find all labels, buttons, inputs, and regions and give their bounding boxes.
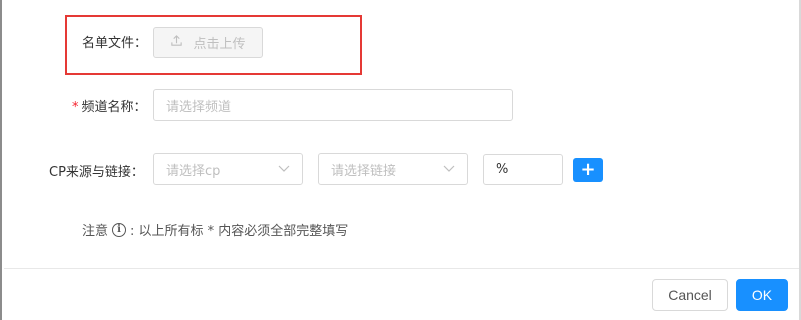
file-list-label: 名单文件：: [82, 36, 148, 51]
cp-source-label: CP来源与链接：: [49, 165, 144, 180]
cp-select-placeholder: 请选择cp: [166, 163, 221, 179]
channel-name-placeholder: 请选择频道: [166, 99, 232, 115]
cp-select[interactable]: 请选择cp: [153, 153, 303, 185]
upload-button-label: 点击上传: [193, 37, 246, 52]
add-row-button[interactable]: +: [573, 158, 603, 182]
link-select-placeholder: 请选择链接: [331, 163, 397, 179]
percent-value: %: [496, 162, 509, 177]
info-icon: i: [112, 222, 127, 237]
footer-divider: [4, 268, 799, 269]
link-select[interactable]: 请选择链接: [318, 153, 468, 185]
channel-name-input[interactable]: 请选择频道: [153, 89, 513, 121]
required-mark: *: [72, 100, 79, 115]
ok-button[interactable]: OK: [736, 279, 788, 311]
form-note: 注意 i : 以上所有标 * 内容必须全部完整填写: [82, 220, 348, 239]
note-prefix: 注意: [82, 224, 109, 239]
cancel-button[interactable]: Cancel: [652, 279, 728, 311]
chevron-down-icon: [278, 162, 290, 177]
chevron-down-icon: [443, 162, 455, 177]
plus-icon: +: [580, 159, 596, 180]
percent-input[interactable]: %: [483, 154, 563, 185]
modal-dialog: 名单文件： 点击上传 * 频道名称： 请选择频道 CP来源与链接： 请选择cp 请…: [0, 0, 801, 320]
upload-button[interactable]: 点击上传: [153, 27, 263, 58]
upload-icon: [170, 34, 183, 51]
channel-name-label-text: 频道名称：: [81, 100, 147, 115]
note-text: : 以上所有标 * 内容必须全部完整填写: [130, 224, 349, 239]
channel-name-label: * 频道名称：: [72, 96, 147, 115]
